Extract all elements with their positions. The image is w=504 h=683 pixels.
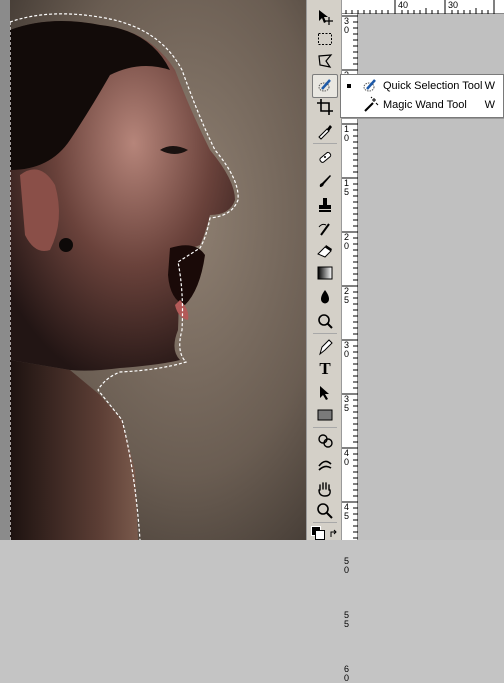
menu-item-label: Quick Selection Tool [383,80,483,92]
ruler-label: 30 [448,0,459,10]
zoom-icon [317,503,333,519]
eraser-tool[interactable] [313,240,337,262]
rectangle-tool[interactable] [313,404,337,426]
ruler-label: 5 [344,619,350,629]
eyedropper-icon [318,125,332,140]
ruler-label: 0 [344,673,350,683]
blur-icon [321,290,329,304]
ruler-label: 0 [344,565,350,575]
3d-orbit-tool[interactable] [313,454,337,476]
marquee-tool[interactable] [313,28,337,50]
ruler-label: 5 [344,295,350,305]
tool-flyout-menu: Quick Selection Tool W Magic Wand Tool W [340,74,504,118]
toolbar-separator [313,427,337,428]
pen-icon [319,339,333,356]
toolbar-separator [313,522,337,523]
quick-selection-icon [363,79,376,92]
path-selection-tool[interactable] [313,382,337,404]
pen-tool[interactable] [313,336,337,358]
ruler-label: 0 [344,457,350,467]
lasso-tool[interactable] [313,50,337,72]
background-color-swatch[interactable] [315,530,325,540]
quick-selection-tool[interactable] [312,74,338,98]
3d-orbit-icon [318,460,332,471]
dodge-tool[interactable] [313,310,337,332]
type-tool[interactable]: T [313,358,337,380]
gradient-tool[interactable] [313,262,337,284]
selected-bullet [347,84,351,88]
brush-tool[interactable] [313,170,337,192]
ruler-label: 0 [344,349,350,359]
clone-stamp-icon [319,198,331,212]
move-tool[interactable] [313,6,337,28]
move-icon [319,10,333,25]
crop-tool[interactable] [313,96,337,118]
ruler-label: 0 [344,25,350,35]
ear-gauge [59,238,73,252]
hand-icon [318,482,331,497]
menu-item-magic-wand-tool[interactable]: Magic Wand Tool W [341,96,503,114]
document-canvas[interactable] [0,0,306,540]
ruler-label: 0 [344,241,350,251]
hand-tool[interactable] [313,478,337,500]
type-icon: T [319,359,331,378]
healing-brush-tool[interactable] [313,146,337,168]
tools-panel: T [306,0,342,540]
swap-colors-icon[interactable] [329,526,339,537]
eyedropper-tool[interactable] [313,120,337,142]
menu-item-quick-selection-tool[interactable]: Quick Selection Tool W [341,77,503,95]
photo-screaming-man[interactable] [10,0,306,540]
3d-rotate-icon [318,434,333,448]
menu-item-shortcut: W [484,99,495,111]
history-brush-tool[interactable] [313,218,337,240]
rectangular-marquee-icon [318,33,332,45]
menu-item-shortcut: W [484,80,495,92]
eraser-icon [317,245,332,258]
ruler-label: 0 [344,133,350,143]
magic-wand-icon [364,96,379,112]
ruler-label: 5 [344,511,350,521]
history-brush-icon [318,223,330,236]
rectangle-shape-icon [317,409,333,421]
brush-icon [319,175,331,187]
lasso-icon [318,54,333,68]
3d-rotate-tool[interactable] [313,430,337,452]
ruler-label: 40 [398,0,409,10]
ruler-label: 5 [344,403,350,413]
dodge-icon [318,314,333,329]
zoom-tool[interactable] [313,500,337,522]
ruler-label: 5 [344,187,350,197]
gradient-icon [317,266,333,280]
horizontal-ruler: 40 30 [342,0,504,14]
clone-stamp-tool[interactable] [313,194,337,216]
quick-selection-icon [318,79,331,92]
path-selection-icon [320,386,329,400]
healing-brush-icon [319,151,332,163]
toolbar-separator [313,333,337,334]
blur-tool[interactable] [313,286,337,308]
menu-item-label: Magic Wand Tool [383,99,467,111]
toolbar-separator [313,143,337,144]
crop-icon [317,99,333,115]
